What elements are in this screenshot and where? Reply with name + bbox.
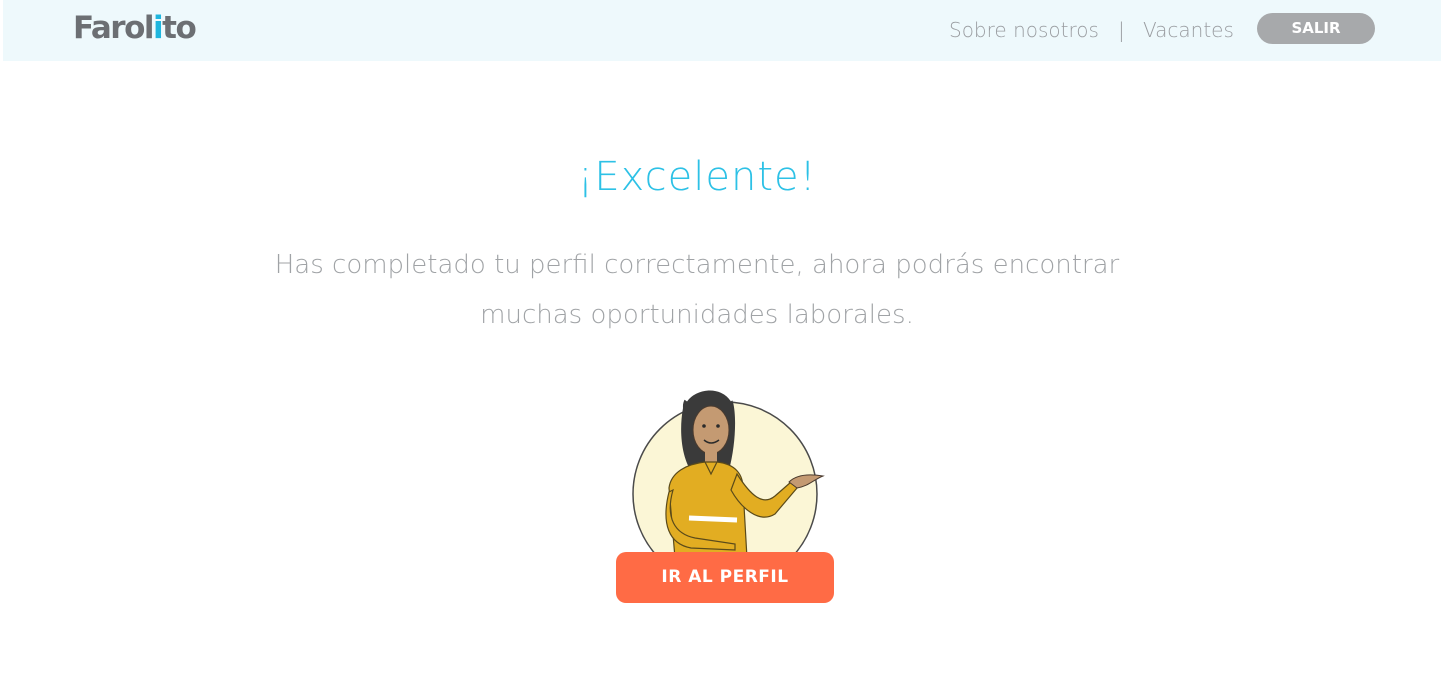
success-message: Has completado tu perfil correctamente, …	[274, 250, 1120, 330]
page-title: ¡Excelente!	[577, 154, 817, 200]
nav-separator: |	[1118, 18, 1125, 42]
logo-text-accent: i	[153, 10, 164, 46]
nav-link-vacancies[interactable]: Vacantes	[1143, 15, 1234, 45]
go-to-profile-button[interactable]: IR AL PERFIL	[616, 552, 834, 603]
logo-text-prefix: Farol	[73, 10, 155, 46]
logout-button[interactable]: SALIR	[1257, 13, 1375, 44]
logo-text-suffix: to	[162, 10, 197, 46]
farolito-logo[interactable]: Farolito	[73, 10, 197, 46]
woman-presenting-icon	[632, 385, 825, 558]
nav-link-about[interactable]: Sobre nosotros	[949, 15, 1099, 45]
